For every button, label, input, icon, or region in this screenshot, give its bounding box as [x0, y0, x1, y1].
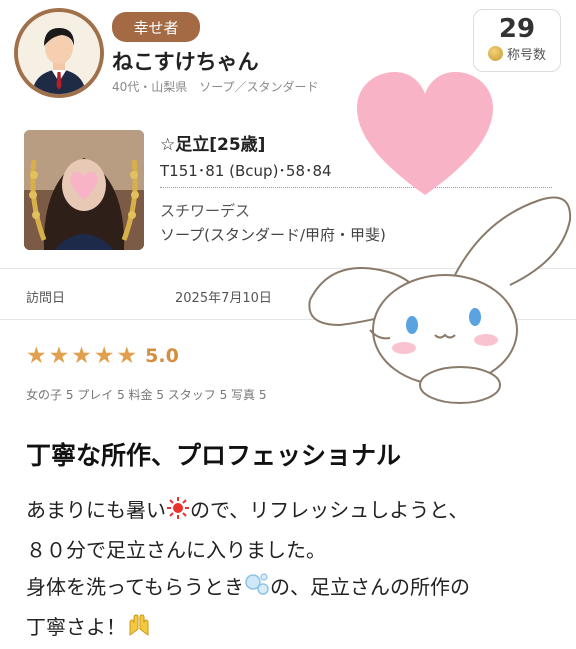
title-count-label-row: 称号数 — [474, 44, 560, 63]
review-line: 身体を洗ってもらうとき の、足立さんの所作の — [26, 569, 566, 609]
title-count: 29 — [498, 14, 536, 44]
coin-icon — [487, 46, 503, 61]
sun-icon — [166, 495, 190, 532]
star-icon: ★ — [116, 343, 138, 369]
reviewer-avatar[interactable] — [14, 8, 104, 98]
title-count-label: 称号数 — [506, 48, 546, 63]
sub-scores: 女の子 5 プレイ 5 料金 5 スタッフ 5 写真 5 — [26, 388, 267, 402]
visit-label: 訪問日 — [26, 291, 66, 306]
title-badge: 幸せ者 — [112, 12, 200, 42]
review-line: ８０分で足立さんに入りました。 — [26, 538, 326, 562]
title-count-box[interactable]: 29 称号数 — [473, 9, 561, 72]
raised-hands-icon — [126, 611, 152, 649]
star-icon: ★ — [93, 343, 115, 369]
heart-sticker — [357, 72, 493, 195]
user-name[interactable]: ねこすけちゃん — [112, 46, 259, 76]
bubbles-icon — [244, 571, 270, 609]
star-icon: ★ — [26, 343, 47, 369]
cast-job: スチワーデス — [160, 202, 251, 220]
visit-date: 2025年7月10日 — [175, 291, 272, 306]
star-icon: ★ — [48, 343, 70, 369]
cast-measurements: T151･81 (Bcup)･58･84 — [160, 162, 332, 180]
review-line: あまりにも暑い ので、リフレッシュしようと、 — [26, 492, 566, 532]
cast-photo[interactable] — [24, 130, 144, 250]
review-title: 丁寧な所作、プロフェッショナル — [26, 441, 402, 470]
avatar-illustration — [18, 12, 100, 94]
review-line: 丁寧さよ！ — [26, 609, 566, 649]
star-rating: ★ ★ ★ ★ ★ 5.0 — [26, 343, 179, 369]
user-meta: 40代・山梨県 ソープ／スタンダード — [112, 80, 319, 94]
review-body: あまりにも暑い ので、リフレッシュしようと、 ８０分で足立さんに入りました。 身体… — [26, 492, 566, 649]
star-icon: ★ — [71, 343, 92, 369]
rating-score: 5.0 — [145, 345, 179, 367]
cinnamoroll-sticker — [308, 196, 572, 404]
cast-name[interactable]: ☆足立[25歳] — [160, 130, 265, 155]
